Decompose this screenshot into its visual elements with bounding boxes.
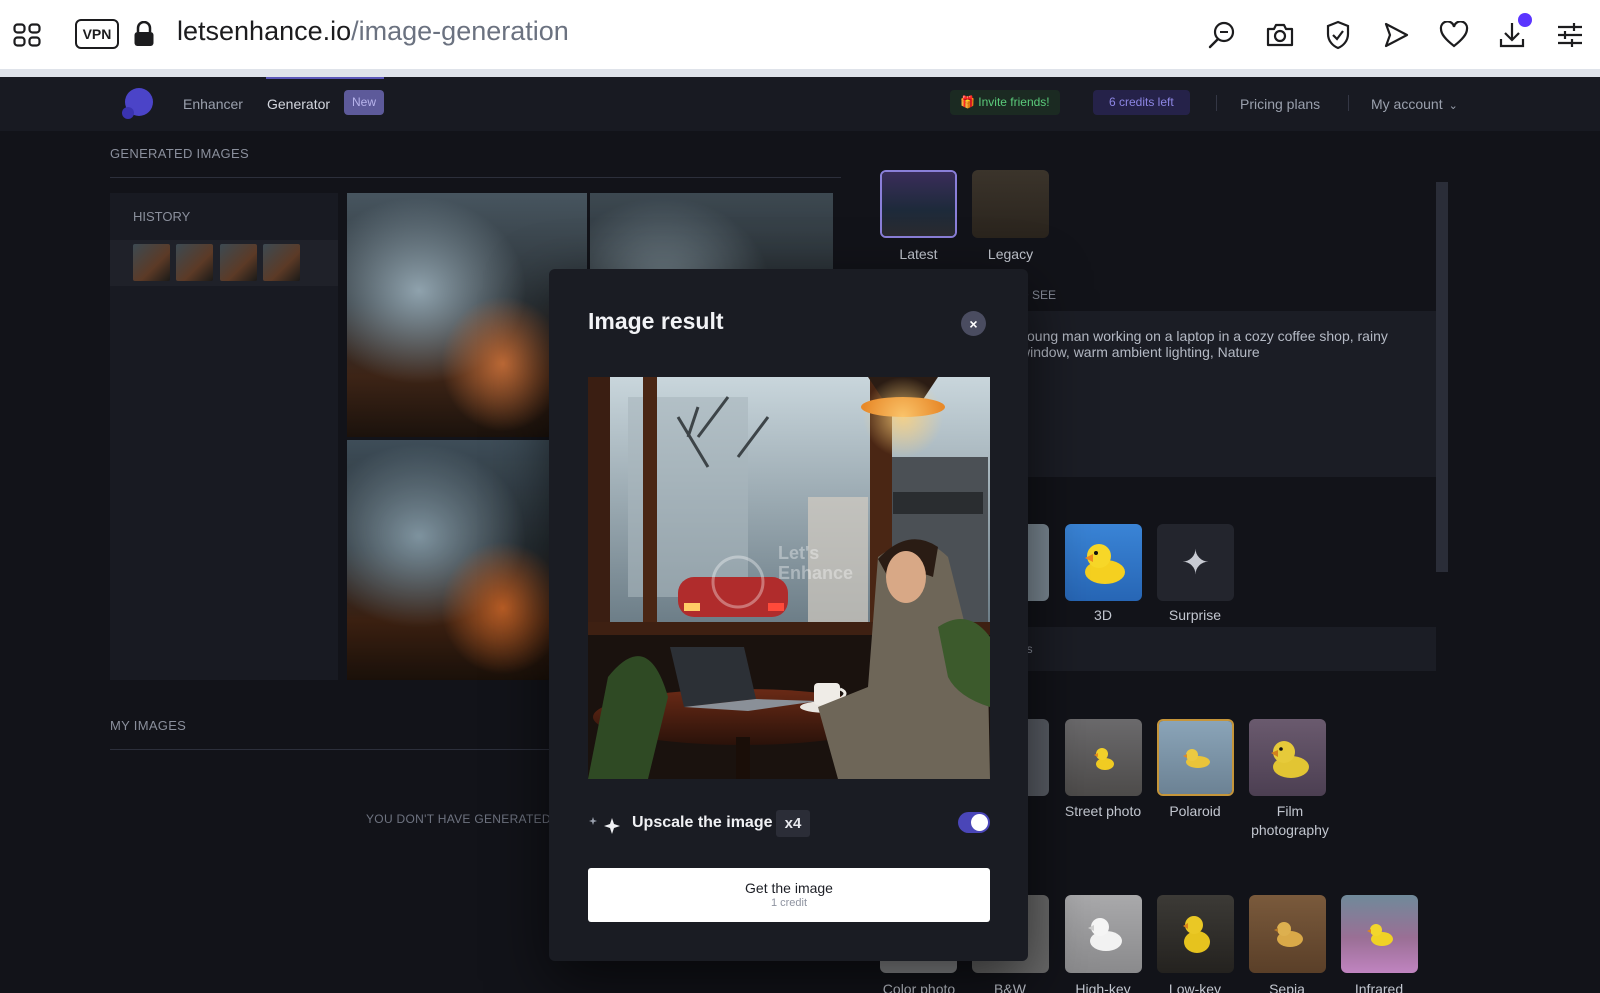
nav-generator[interactable]: Generator bbox=[267, 96, 330, 112]
vpn-badge[interactable]: VPN bbox=[75, 19, 119, 49]
get-image-button[interactable]: Get the image 1 credit bbox=[588, 868, 990, 922]
close-icon: × bbox=[969, 315, 978, 332]
style-color-photo-label: Color photo bbox=[882, 981, 956, 993]
divider bbox=[110, 749, 550, 750]
empty-images-note: YOU DON'T HAVE GENERATED IM bbox=[366, 812, 569, 826]
sparkle-icon: ✦ bbox=[1181, 543, 1210, 582]
my-account-menu[interactable]: My account ⌄ bbox=[1371, 96, 1458, 112]
history-panel: HISTORY bbox=[110, 193, 338, 680]
history-label: HISTORY bbox=[133, 209, 191, 224]
divider bbox=[110, 177, 841, 178]
credit-cost-label: 1 credit bbox=[770, 897, 808, 909]
download-badge bbox=[1518, 13, 1532, 27]
generated-images-title: GENERATED IMAGES bbox=[110, 146, 249, 161]
svg-text:Let's: Let's bbox=[778, 543, 819, 563]
invite-friends-button[interactable]: 🎁 Invite friends! bbox=[950, 90, 1060, 115]
model-latest-label: Latest bbox=[899, 246, 938, 262]
prompt-text: young man working on a laptop in a cozy … bbox=[1020, 328, 1388, 360]
address-bar[interactable]: letsenhance.io/image-generation bbox=[177, 16, 569, 47]
history-thumb[interactable] bbox=[220, 244, 257, 281]
style-3d-tile[interactable] bbox=[1065, 524, 1142, 601]
style-film-photography-label: Film photography bbox=[1251, 803, 1329, 838]
my-images-title: MY IMAGES bbox=[110, 718, 187, 733]
close-button[interactable]: × bbox=[961, 311, 986, 336]
download-icon[interactable] bbox=[1495, 13, 1532, 52]
style-infrared-tile[interactable] bbox=[1341, 895, 1418, 973]
model-legacy-tile[interactable] bbox=[972, 170, 1049, 238]
style-surprise-tile[interactable]: ✦ bbox=[1157, 524, 1234, 601]
style-sepia-tile[interactable] bbox=[1249, 895, 1326, 973]
my-account-label: My account bbox=[1371, 96, 1443, 112]
logo[interactable] bbox=[121, 88, 153, 120]
nav-divider bbox=[1348, 95, 1349, 111]
browser-toolbar: VPN letsenhance.io/image-generation bbox=[0, 0, 1600, 69]
svg-text:Enhance: Enhance bbox=[778, 563, 853, 583]
search-icon[interactable] bbox=[1205, 18, 1239, 52]
app-nav: Enhancer Generator New 🎁 Invite friends!… bbox=[0, 77, 1600, 131]
pricing-plans-link[interactable]: Pricing plans bbox=[1240, 96, 1320, 112]
model-latest-tile[interactable] bbox=[880, 170, 957, 238]
style-street-photo-tile[interactable] bbox=[1065, 719, 1142, 796]
upscale-label: Upscale the image bbox=[632, 814, 773, 831]
apps-grid-icon[interactable] bbox=[13, 23, 41, 47]
style-film-photography-tile[interactable] bbox=[1249, 719, 1326, 796]
url-path: /image-generation bbox=[351, 16, 569, 46]
style-low-key-label: Low-key bbox=[1168, 981, 1222, 993]
scrollbar[interactable] bbox=[1436, 182, 1448, 572]
browser-strip bbox=[0, 69, 1600, 77]
lock-icon[interactable] bbox=[133, 20, 155, 52]
history-thumb[interactable] bbox=[263, 244, 300, 281]
nav-active-underline bbox=[266, 77, 384, 79]
camera-icon[interactable] bbox=[1263, 18, 1297, 52]
heart-icon[interactable] bbox=[1437, 18, 1471, 52]
sparkles-icon bbox=[588, 814, 624, 839]
history-thumb[interactable] bbox=[176, 244, 213, 281]
style-surprise-label: Surprise bbox=[1168, 607, 1222, 623]
history-thumb[interactable] bbox=[133, 244, 170, 281]
credits-badge[interactable]: 6 credits left bbox=[1093, 90, 1190, 115]
send-icon[interactable] bbox=[1379, 18, 1413, 52]
new-badge: New bbox=[344, 90, 385, 115]
get-image-label: Get the image bbox=[745, 880, 833, 896]
advanced-options-row[interactable] bbox=[998, 627, 1436, 671]
url-domain: letsenhance.io bbox=[177, 16, 352, 46]
style-3d-label: 3D bbox=[1094, 607, 1112, 623]
style-bw-label: B&W bbox=[994, 981, 1026, 993]
chevron-down-icon: ⌄ bbox=[1448, 100, 1458, 112]
upscale-factor-badge: x4 bbox=[776, 810, 810, 837]
upscale-toggle[interactable] bbox=[958, 812, 990, 833]
style-infrared-label: Infrared bbox=[1354, 981, 1404, 993]
shield-check-icon[interactable] bbox=[1321, 18, 1355, 52]
nav-enhancer[interactable]: Enhancer bbox=[183, 96, 243, 112]
settings-sliders-icon[interactable] bbox=[1553, 18, 1587, 52]
image-result-modal: Image result × Let's Enhance Upscale the… bbox=[549, 269, 1028, 961]
upscale-row: Upscale the image x4 bbox=[588, 810, 990, 838]
style-high-key-label: High-key bbox=[1075, 981, 1131, 993]
style-polaroid-tile[interactable] bbox=[1157, 719, 1234, 796]
toggle-knob bbox=[971, 814, 988, 831]
style-sepia-label: Sepia bbox=[1269, 981, 1305, 993]
style-high-key-tile[interactable] bbox=[1065, 895, 1142, 973]
style-street-photo-label: Street photo bbox=[1064, 803, 1142, 819]
model-legacy-label: Legacy bbox=[987, 246, 1034, 262]
style-polaroid-label: Polaroid bbox=[1169, 803, 1221, 819]
nav-divider bbox=[1216, 95, 1217, 111]
style-low-key-tile[interactable] bbox=[1157, 895, 1234, 973]
result-image: Let's Enhance bbox=[588, 377, 990, 779]
modal-title: Image result bbox=[588, 308, 724, 334]
